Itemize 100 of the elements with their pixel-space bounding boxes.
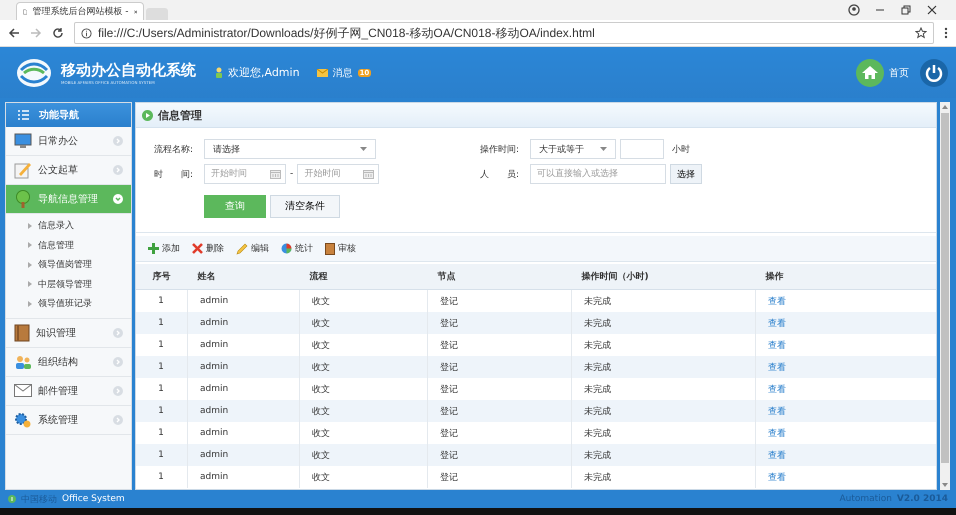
- footer-label: Automation: [839, 494, 892, 504]
- info-icon: [81, 28, 92, 38]
- scroll-up-icon[interactable]: [942, 105, 948, 109]
- table-cell: 登记: [428, 444, 572, 466]
- view-link[interactable]: 查看: [768, 406, 786, 416]
- scrollbar[interactable]: [940, 102, 950, 490]
- view-link[interactable]: 查看: [768, 450, 786, 460]
- person-field[interactable]: 可以直接输入或选择: [530, 164, 666, 184]
- back-icon[interactable]: [8, 27, 20, 39]
- company-name: 中国移动: [21, 494, 57, 506]
- panel-title: 信息管理: [158, 108, 202, 122]
- play-circle-icon: [142, 110, 153, 120]
- triangle-icon: [28, 262, 32, 268]
- field-label: 流程名称:: [154, 144, 194, 156]
- more-icon[interactable]: [944, 27, 948, 39]
- address-field[interactable]: file:///C:/Users/Administrator/Downloads/好例子网_CN018-移动OA/CN018-移动OA/index.html: [74, 22, 934, 44]
- app-title: 移动办公自动化系统: [61, 60, 196, 80]
- restore-icon[interactable]: [900, 4, 912, 16]
- clear-button[interactable]: 清空条件: [270, 194, 340, 218]
- account-icon[interactable]: [848, 4, 860, 16]
- table-cell: 1: [136, 290, 188, 312]
- view-link[interactable]: 查看: [768, 340, 786, 350]
- table-cell: 1: [136, 466, 188, 488]
- browser-tab[interactable]: 管理系统后台网站模板 -: [16, 2, 144, 20]
- reload-icon[interactable]: [52, 27, 64, 39]
- table-cell: 收文: [300, 466, 428, 488]
- calendar-icon: [363, 169, 374, 179]
- table-cell: 1: [136, 378, 188, 400]
- sidebar-subitem[interactable]: 领导值班记录: [6, 294, 131, 314]
- cross-icon: [192, 243, 203, 254]
- monitor-icon: [14, 133, 32, 149]
- sidebar-item[interactable]: 知识管理: [6, 318, 131, 348]
- tree-icon: [14, 190, 32, 208]
- table-cell: 登记: [428, 356, 572, 378]
- toolbar-button[interactable]: 统计: [279, 242, 315, 255]
- home-icon[interactable]: [856, 58, 884, 86]
- table-cell: 收文: [300, 356, 428, 378]
- triangle-icon: [28, 281, 32, 288]
- sidebar-subitem[interactable]: 中层领导管理: [6, 274, 131, 294]
- envelope-icon: [14, 384, 32, 397]
- table-cell: 未完成: [572, 466, 756, 488]
- scroll-down-icon[interactable]: [942, 483, 948, 487]
- column-header: 序号: [136, 264, 188, 290]
- table-cell: admin: [188, 466, 300, 488]
- view-link[interactable]: 查看: [768, 318, 786, 328]
- logo-icon: [16, 58, 52, 88]
- info-icon: [8, 495, 16, 503]
- calendar-icon: [270, 169, 281, 179]
- table-cell: 登记: [428, 312, 572, 334]
- choose-button[interactable]: 选择: [670, 164, 702, 184]
- sidebar-subitem[interactable]: 信息管理: [6, 236, 131, 255]
- close-icon[interactable]: [134, 8, 137, 16]
- star-icon[interactable]: [915, 27, 927, 39]
- table-cell: 1: [136, 312, 188, 334]
- table-cell: 未完成: [572, 400, 756, 422]
- triangle-icon: [28, 300, 32, 307]
- table-cell: admin: [188, 400, 300, 422]
- sidebar-subitem[interactable]: 信息录入: [6, 216, 131, 236]
- table-cell: 未完成: [572, 356, 756, 378]
- table-cell: 1: [136, 334, 188, 356]
- messages-link[interactable]: 消息: [332, 66, 353, 80]
- table-cell: 登记: [428, 400, 572, 422]
- column-header: 操作: [756, 264, 936, 290]
- view-link[interactable]: 查看: [768, 362, 786, 372]
- list-icon: [18, 110, 29, 120]
- range-separator: -: [290, 169, 294, 179]
- table-cell: 1: [136, 422, 188, 444]
- sidebar-title: 功能导航: [39, 108, 79, 122]
- table-cell: 1: [136, 400, 188, 422]
- table-cell: admin: [188, 356, 300, 378]
- caret-icon: [600, 147, 607, 151]
- sidebar-item[interactable]: 组织结构: [6, 348, 131, 376]
- table-cell: 1: [136, 444, 188, 466]
- sidebar-subitem[interactable]: 领导值岗管理: [6, 255, 131, 274]
- toolbar-button[interactable]: 删除: [190, 242, 226, 255]
- table-cell: admin: [188, 312, 300, 334]
- column-header: 流程: [300, 264, 428, 290]
- hours-field[interactable]: [620, 139, 664, 159]
- view-link[interactable]: 查看: [768, 472, 786, 482]
- book-icon: [325, 242, 335, 254]
- process-select[interactable]: 请选择: [204, 139, 376, 159]
- sidebar-item[interactable]: 系统管理: [6, 406, 131, 434]
- toolbar-button[interactable]: 审核: [323, 242, 358, 255]
- table-cell: 登记: [428, 466, 572, 488]
- notepad-pencil-icon: [14, 161, 32, 179]
- power-icon[interactable]: [920, 58, 948, 86]
- close-icon[interactable]: [926, 4, 938, 16]
- view-link[interactable]: 查看: [768, 428, 786, 438]
- home-link[interactable]: 首页: [889, 66, 909, 80]
- view-link[interactable]: 查看: [768, 296, 786, 306]
- date-field[interactable]: 开始时间: [297, 164, 380, 184]
- table-cell: admin: [188, 444, 300, 466]
- toolbar-button[interactable]: 编辑: [234, 242, 271, 255]
- sidebar-item[interactable]: 邮件管理: [6, 376, 131, 406]
- date-field[interactable]: 开始时间: [204, 164, 286, 184]
- operator-select[interactable]: 大于或等于: [530, 139, 616, 159]
- toolbar-button[interactable]: 添加: [146, 242, 182, 255]
- column-header: 姓名: [188, 264, 300, 290]
- gears-icon: [14, 410, 32, 428]
- view-link[interactable]: 查看: [768, 384, 786, 394]
